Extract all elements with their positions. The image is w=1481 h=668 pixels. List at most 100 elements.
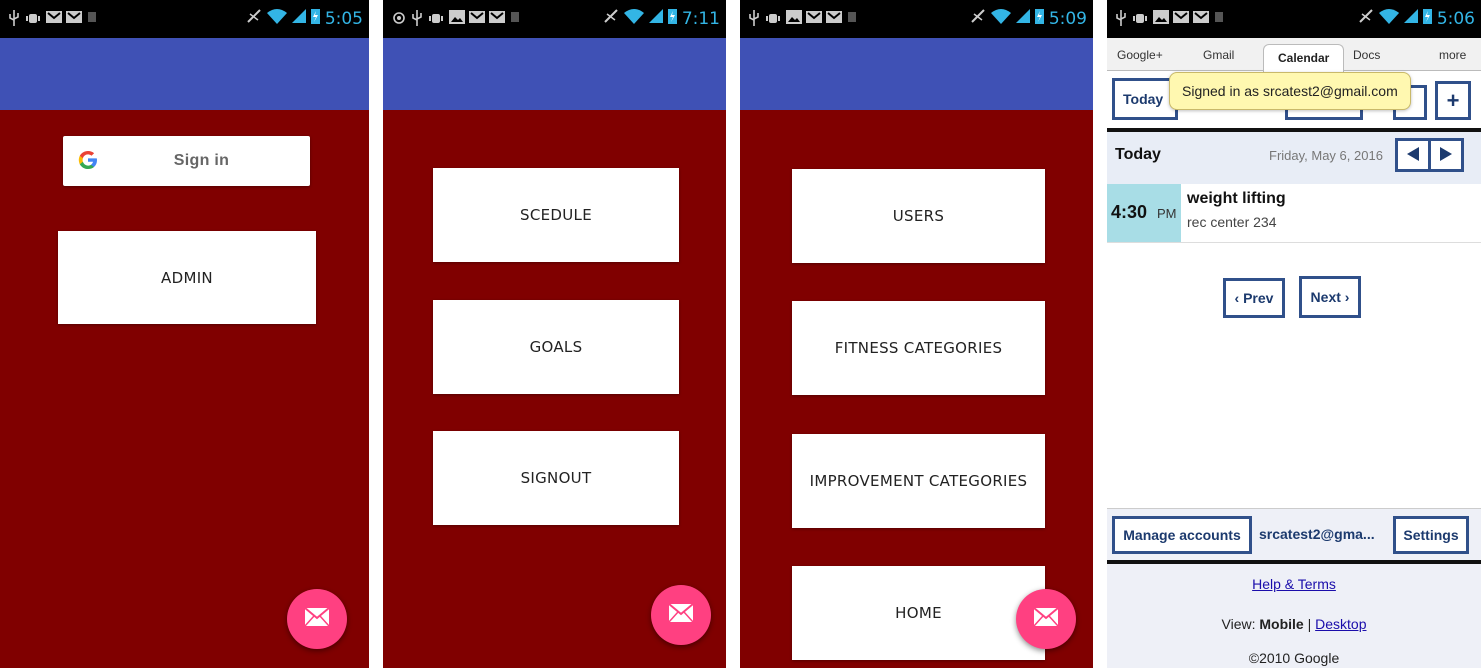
manage-accounts-button[interactable]: Manage accounts [1112,516,1252,554]
schedule-label: SCEDULE [520,206,592,224]
left-triangle-icon [1407,146,1419,164]
view-switcher: View: Mobile | Desktop [1107,616,1481,632]
android-debug-icon [1133,10,1147,26]
day-date: Friday, May 6, 2016 [1269,148,1383,163]
status-bar: 7:11 [383,0,726,38]
status-clock: 7:11 [681,8,720,29]
mail-fab-button[interactable] [287,589,347,649]
battery-charging-icon [310,8,320,29]
mail-fab-button[interactable] [1016,589,1076,649]
status-bar: 5:05 [0,0,369,38]
signout-label: SIGNOUT [520,469,592,487]
cell-signal-icon [648,9,663,28]
wifi-icon [1378,8,1399,29]
admin-label: ADMIN [161,268,213,287]
event-time-cell: 4:30 PM [1107,184,1181,242]
signed-in-tooltip: Signed in as srcatest2@gmail.com [1169,72,1411,110]
tab-calendar[interactable]: Calendar [1263,44,1345,73]
image-icon [786,10,802,26]
settings-button[interactable]: Settings [1393,516,1469,554]
prev-button[interactable]: ‹ Prev [1223,278,1285,318]
event-location: rec center 234 [1187,214,1277,230]
mail-icon [1033,606,1059,631]
admin-button[interactable]: ADMIN [58,231,316,324]
android-debug-icon [429,10,443,26]
view-prefix: View: [1221,616,1256,632]
goals-button[interactable]: GOALS [433,300,679,394]
next-button[interactable]: Next › [1299,276,1361,318]
usb-icon [8,10,20,26]
next-label: Next › [1310,289,1350,305]
battery-charging-icon [1422,8,1432,29]
google-signin-button[interactable]: Sign in [63,136,310,186]
battery-charging-icon [667,8,677,29]
improvement-categories-button[interactable]: IMPROVEMENT CATEGORIES [792,434,1045,528]
usb-icon [411,10,423,26]
status-clock: 5:09 [1048,8,1087,29]
gmail-icon [826,10,842,26]
plus-icon: + [1446,87,1460,113]
day-header: Today Friday, May 6, 2016 [1107,132,1481,184]
fitness-categories-label: FITNESS CATEGORIES [834,339,1003,357]
signed-in-text: Signed in as srcatest2@gmail.com [1182,83,1398,99]
add-event-button[interactable]: + [1435,81,1471,120]
image-icon [449,10,465,26]
view-desktop-link[interactable]: Desktop [1315,616,1366,632]
google-logo-icon [77,149,99,176]
gmail-icon [489,10,505,26]
today-button-label: Today [1123,91,1164,107]
goals-label: GOALS [529,338,583,356]
mail-fab-button[interactable] [651,585,711,645]
event-row[interactable]: 4:30 PM weight lifting rec center 234 [1107,184,1481,243]
copyright: ©2010 Google [1248,650,1340,666]
download-icon [86,10,100,26]
accounts-bar: Manage accounts srcatest2@gma... Setting… [1107,508,1481,561]
tab-more[interactable]: more [1439,48,1466,62]
wifi-icon [623,8,644,29]
screen-login: 5:05 Sign in ADMIN [0,0,369,668]
view-mobile: Mobile [1259,616,1304,632]
prev-day-button[interactable] [1395,138,1431,172]
event-time: 4:30 [1111,202,1148,222]
home-label: HOME [895,604,942,622]
gmail-icon [806,10,822,26]
prev-label: ‹ Prev [1234,290,1274,306]
no-signal-icon [603,8,619,29]
fitness-categories-button[interactable]: FITNESS CATEGORIES [792,301,1045,395]
tab-gmail[interactable]: Gmail [1203,48,1234,62]
tab-docs[interactable]: Docs [1353,48,1380,62]
status-bar: 5:06 [1107,0,1481,38]
app-bar [740,38,1093,110]
cell-signal-icon [291,9,306,28]
screen-admin-menu: 5:09 USERS FITNESS CATEGORIES IMPROVEMEN… [740,0,1093,668]
usb-icon [748,10,760,26]
help-terms-link[interactable]: Help & Terms [1107,576,1481,592]
event-title: weight lifting [1187,190,1286,207]
gmail-icon [469,10,485,26]
no-signal-icon [246,8,262,29]
cell-signal-icon [1015,9,1030,28]
google-product-tabs: Google+ Gmail Calendar Docs more [1107,38,1481,73]
gmail-icon [1173,10,1189,26]
wifi-icon [990,8,1011,29]
signout-button[interactable]: SIGNOUT [433,431,679,525]
mail-icon [304,606,330,631]
settings-label: Settings [1403,527,1459,543]
android-debug-icon [766,10,780,26]
image-icon [1153,10,1169,26]
right-triangle-icon [1440,146,1452,164]
improvement-categories-label: IMPROVEMENT CATEGORIES [809,472,1028,490]
next-day-button[interactable] [1428,138,1464,172]
download-icon [509,10,523,26]
home-button[interactable]: HOME [792,566,1045,660]
status-clock: 5:05 [324,8,363,29]
footer: Help & Terms View: Mobile | Desktop ©201… [1107,564,1481,668]
manage-accounts-label: Manage accounts [1123,527,1241,543]
account-email: srcatest2@gma... [1259,526,1375,542]
schedule-button[interactable]: SCEDULE [433,168,679,262]
day-label: Today [1115,146,1161,163]
screen-user-menu: 7:11 SCEDULE GOALS SIGNOUT [383,0,726,668]
users-button[interactable]: USERS [792,169,1045,263]
no-signal-icon [970,8,986,29]
tab-google-plus[interactable]: Google+ [1117,48,1163,62]
